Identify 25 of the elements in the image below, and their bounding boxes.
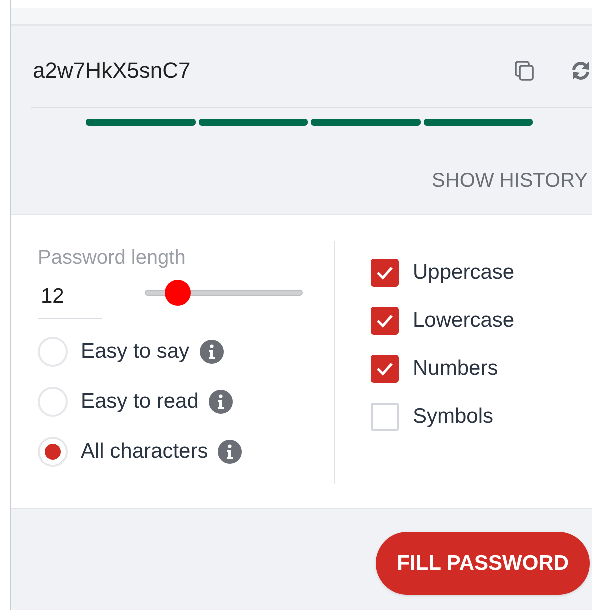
checkbox[interactable]: [371, 403, 399, 431]
info-icon[interactable]: [218, 440, 242, 464]
checkbox[interactable]: [371, 355, 399, 383]
option-label: Numbers: [413, 356, 498, 382]
checkbox[interactable]: [371, 307, 399, 335]
show-history-button[interactable]: SHOW HISTORY: [432, 166, 588, 196]
length-slider[interactable]: [145, 280, 303, 306]
mode-label: Easy to read: [81, 389, 199, 416]
length-label: Password length: [38, 246, 187, 271]
option-label: Uppercase: [413, 260, 515, 286]
info-icon[interactable]: [200, 340, 224, 364]
mode-label: All characters: [81, 439, 208, 466]
copy-icon[interactable]: [514, 60, 536, 82]
radio-button[interactable]: [38, 387, 68, 417]
password-text: a2w7HkX5snC7: [33, 57, 191, 85]
option-label: Symbols: [413, 404, 494, 430]
checkbox[interactable]: [371, 259, 399, 287]
mode-label: Easy to say: [81, 339, 190, 366]
length-field[interactable]: 12: [38, 281, 102, 319]
refresh-icon[interactable]: [570, 60, 592, 82]
info-icon[interactable]: [208, 390, 233, 414]
radio-button[interactable]: [38, 337, 68, 367]
radio-button[interactable]: [38, 437, 68, 467]
fill-password-button[interactable]: FILL PASSWORD: [376, 532, 590, 595]
option-label: Lowercase: [413, 308, 515, 334]
